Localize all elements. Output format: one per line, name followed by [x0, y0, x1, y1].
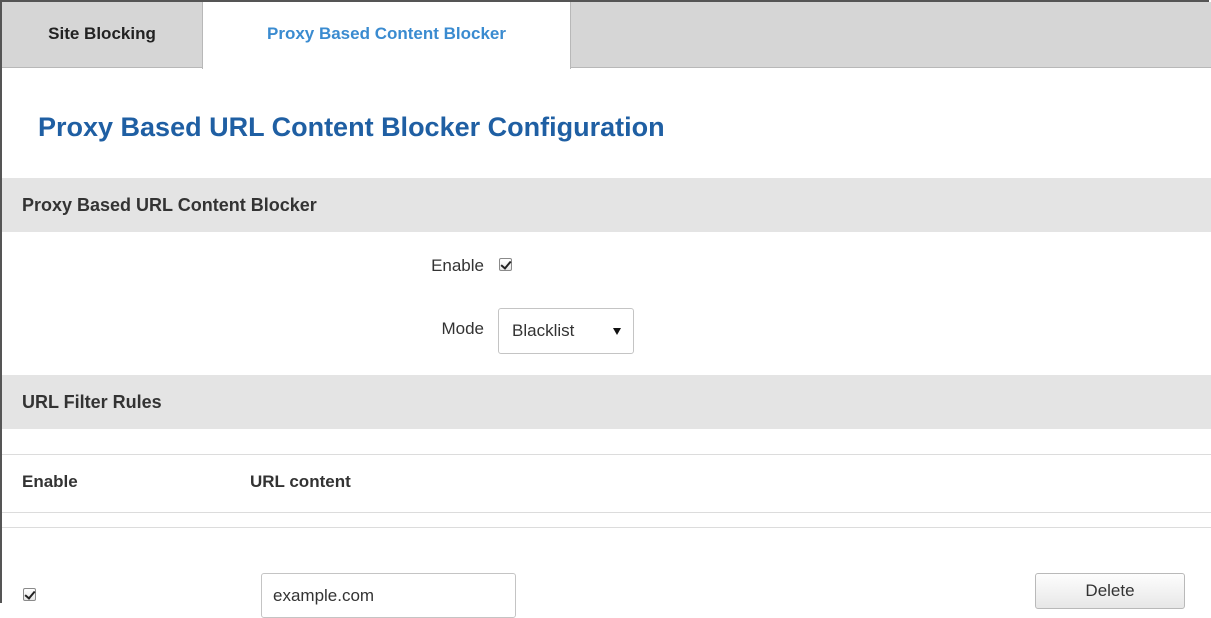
column-header-url-content: URL content: [250, 472, 351, 491]
tab-site-blocking[interactable]: Site Blocking: [2, 2, 202, 68]
page-title: Proxy Based URL Content Blocker Configur…: [38, 112, 665, 142]
enable-checkbox[interactable]: [499, 258, 512, 271]
checkmark-icon: [24, 588, 36, 600]
delete-button[interactable]: Delete: [1035, 573, 1185, 609]
table-divider: [2, 527, 1211, 528]
section-header-proxy-blocker: Proxy Based URL Content Blocker: [2, 178, 1211, 232]
section-header-url-filter-rules: URL Filter Rules: [2, 375, 1211, 429]
enable-label: Enable: [431, 256, 484, 275]
column-header-enable: Enable: [22, 472, 78, 491]
mode-select-value: Blacklist: [512, 321, 575, 340]
tab-proxy-based-content-blocker[interactable]: Proxy Based Content Blocker: [202, 2, 571, 69]
mode-select[interactable]: Blacklist: [498, 308, 634, 354]
tab-bar: Site Blocking Proxy Based Content Blocke…: [2, 2, 1211, 69]
checkmark-icon: [500, 258, 512, 270]
table-divider: [2, 454, 1211, 455]
caret-down-icon: [613, 328, 621, 335]
url-content-input[interactable]: [261, 573, 516, 618]
mode-label: Mode: [441, 319, 484, 338]
table-divider: [2, 512, 1211, 513]
rule-enable-checkbox[interactable]: [23, 588, 36, 601]
